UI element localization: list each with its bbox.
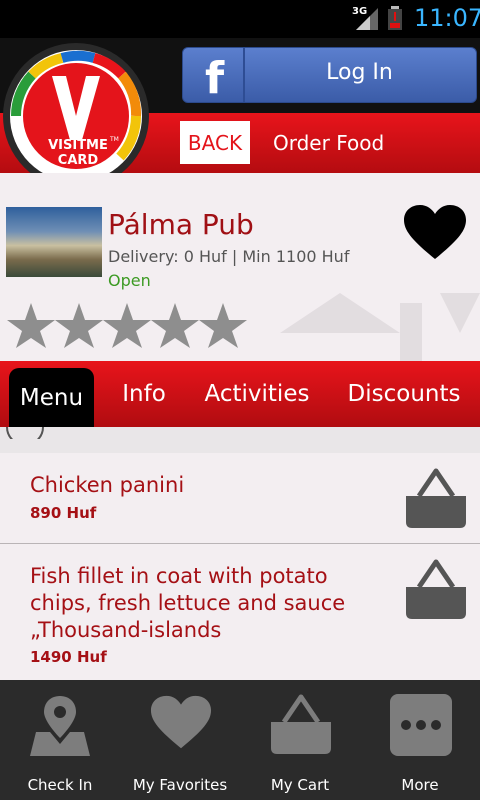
list-item[interactable]: Fish fillet in coat with potato chips, f… <box>0 544 480 680</box>
add-to-cart-basket-icon[interactable] <box>405 559 467 619</box>
star-icon <box>103 303 151 348</box>
facebook-icon: f <box>183 48 245 104</box>
tab-discounts[interactable]: Discounts <box>338 361 470 427</box>
back-button[interactable]: BACK <box>180 121 250 164</box>
tab-info[interactable]: Info <box>104 361 184 427</box>
nav-my-cart[interactable]: My Cart <box>240 680 360 800</box>
more-icon <box>390 694 452 756</box>
star-icon <box>7 303 55 348</box>
rating-stars[interactable] <box>7 302 247 354</box>
restaurant-photo <box>6 207 102 277</box>
facebook-login-button[interactable]: f Log In <box>182 47 477 104</box>
tab-menu[interactable]: Menu <box>9 368 94 427</box>
svg-text:VISITME: VISITME <box>48 138 108 153</box>
signal-icon <box>356 8 378 30</box>
nav-my-favorites[interactable]: My Favorites <box>120 680 240 800</box>
svg-text:TM: TM <box>109 136 119 143</box>
page-title: Order Food <box>273 131 385 155</box>
map-pin-icon <box>30 696 90 756</box>
clock: 11:07 <box>414 4 480 32</box>
battery-icon <box>388 6 402 30</box>
list-item[interactable]: Chicken panini 890 Huf <box>0 453 480 544</box>
basket-icon <box>271 694 331 754</box>
partial-category-icon <box>6 427 44 439</box>
menu-list: Chicken panini 890 Huf Fish fillet in co… <box>0 453 480 680</box>
nav-label: My Favorites <box>132 776 228 794</box>
svg-text:CARD: CARD <box>58 153 99 168</box>
heart-icon <box>150 695 212 749</box>
svg-text:f: f <box>205 53 225 102</box>
delivery-info: Delivery: 0 Huf | Min 1100 Huf <box>108 247 350 266</box>
item-name: Fish fillet in coat with potato chips, f… <box>30 564 346 642</box>
status-bar: 3G 11:07 <box>0 0 480 38</box>
login-label: Log In <box>326 60 393 85</box>
item-price: 890 Huf <box>30 504 97 522</box>
visitme-card-logo: VISITME CARD TM <box>3 43 149 189</box>
category-strip <box>0 427 480 453</box>
tab-bar: Menu Info Activities Discounts <box>0 361 480 427</box>
item-price: 1490 Huf <box>30 648 107 666</box>
star-icon <box>55 303 103 348</box>
tab-activities[interactable]: Activities <box>196 361 318 427</box>
nav-label: My Cart <box>270 776 330 794</box>
favorite-heart-icon[interactable] <box>403 205 467 261</box>
nav-label: Check In <box>27 776 93 794</box>
bottom-navigation: Check In My Favorites My Cart More <box>0 680 480 800</box>
nav-check-in[interactable]: Check In <box>0 680 120 800</box>
background-cutlery-decoration <box>280 293 480 361</box>
add-to-cart-basket-icon[interactable] <box>405 468 467 528</box>
restaurant-name: Pálma Pub <box>108 208 254 241</box>
nav-more[interactable]: More <box>360 680 480 800</box>
open-status: Open <box>108 271 151 290</box>
item-name: Chicken panini <box>30 473 185 497</box>
star-icon <box>199 303 247 348</box>
star-icon <box>151 303 199 348</box>
nav-label: More <box>401 776 439 794</box>
